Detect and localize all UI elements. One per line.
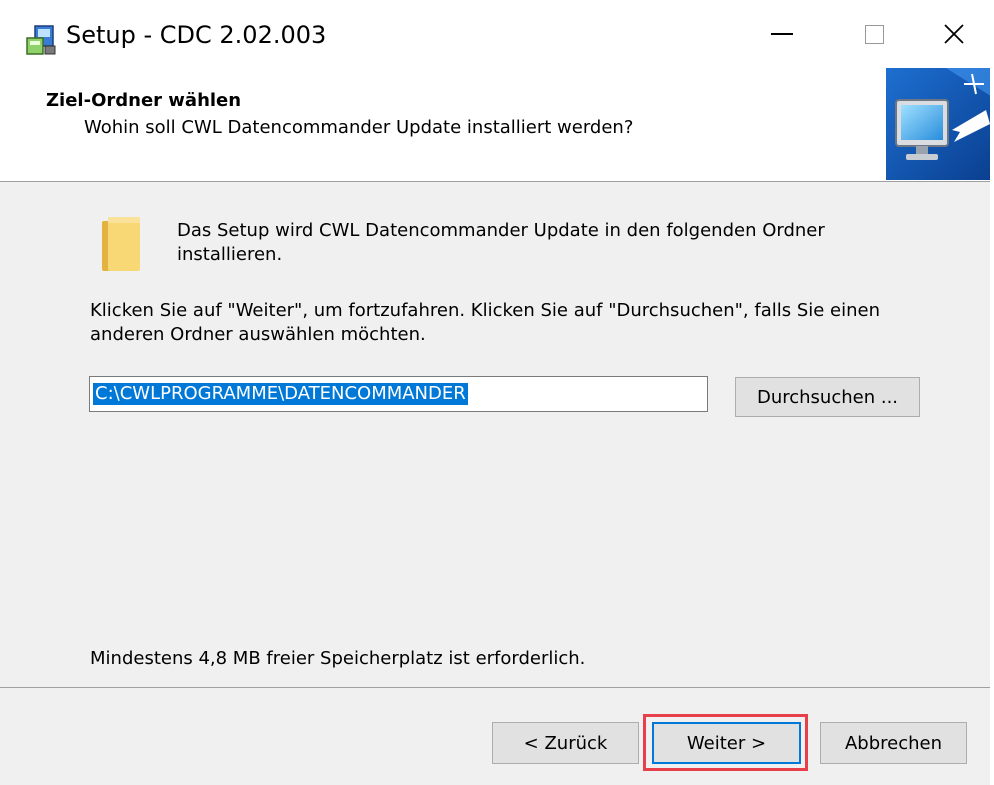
minimize-button[interactable] [736, 0, 828, 68]
destination-path-input[interactable]: C:\CWLPROGRAMME\DATENCOMMANDER [89, 376, 708, 412]
setup-window: Setup - CDC 2.02.003 Ziel-Ordner wählen … [0, 0, 994, 785]
wizard-content: Das Setup wird CWL Datencommander Update… [0, 182, 994, 669]
folder-icon [102, 217, 140, 271]
monitor-install-icon [886, 68, 994, 180]
maximize-icon [864, 24, 884, 44]
footer-divider [0, 687, 994, 688]
next-button[interactable]: Weiter > [652, 722, 801, 764]
minimize-icon [771, 33, 793, 35]
wizard-header: Ziel-Ordner wählen Wohin soll CWL Datenc… [0, 68, 994, 182]
page-title: Ziel-Ordner wählen [46, 90, 242, 111]
close-button[interactable] [914, 0, 994, 68]
maximize-button[interactable] [828, 0, 920, 68]
cancel-button[interactable]: Abbrechen [820, 722, 967, 764]
installer-icon [26, 25, 56, 55]
title-bar[interactable]: Setup - CDC 2.02.003 [0, 0, 994, 68]
close-icon [944, 24, 964, 44]
page-subtitle: Wohin soll CWL Datencommander Update ins… [84, 117, 634, 138]
info-text: Das Setup wird CWL Datencommander Update… [177, 220, 825, 265]
instruction-text: Klicken Sie auf "Weiter", um fortzufahre… [90, 300, 881, 345]
back-button[interactable]: < Zurück [492, 722, 639, 764]
disk-space-text: Mindestens 4,8 MB freier Speicherplatz i… [90, 648, 586, 669]
browse-button[interactable]: Durchsuchen ... [735, 377, 920, 417]
destination-path-value: C:\CWLPROGRAMME\DATENCOMMANDER [93, 383, 468, 405]
window-edge [990, 0, 994, 785]
window-title: Setup - CDC 2.02.003 [66, 21, 327, 49]
